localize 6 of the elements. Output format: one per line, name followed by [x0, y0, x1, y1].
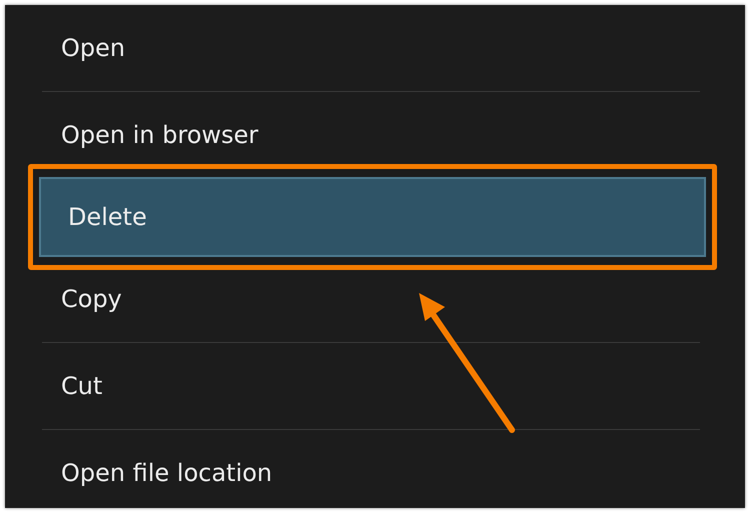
- menu-item[interactable]: Open file location: [5, 430, 745, 508]
- menu-item[interactable]: Cut: [5, 343, 745, 429]
- menu-item[interactable]: Delete: [39, 177, 706, 257]
- menu-item[interactable]: Open: [5, 5, 745, 91]
- menu-item[interactable]: Open in browser: [5, 92, 745, 178]
- menu-item[interactable]: Copy: [5, 256, 745, 342]
